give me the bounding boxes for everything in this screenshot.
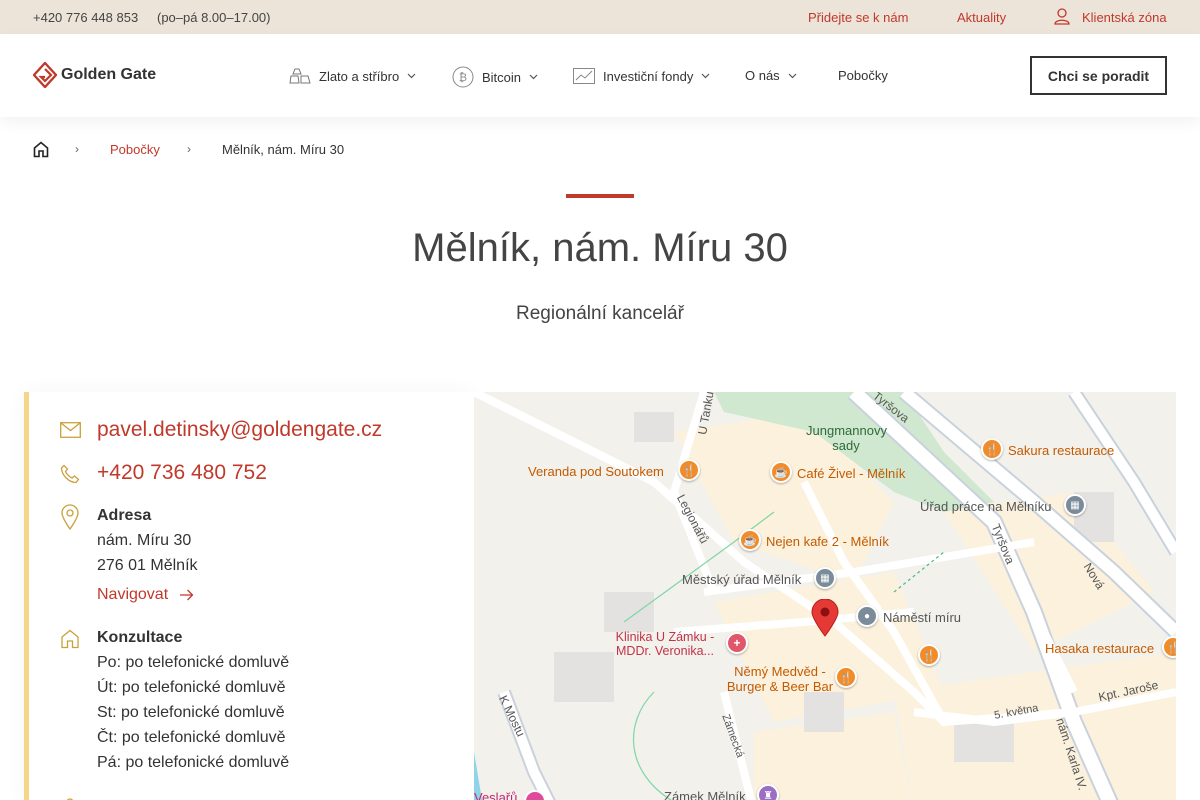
breadcrumb: › Pobočky › Mělník, nám. Míru 30 <box>33 140 433 160</box>
castle-icon[interactable]: ♜ <box>757 784 779 800</box>
consult-hours-wed: St: po telefonické domluvě <box>97 704 285 721</box>
topbar-hours: (po–pá 8.00–17.00) <box>157 10 271 25</box>
map-place-nemy-medved[interactable]: Němý Medvěd - Burger & Beer Bar <box>720 664 840 694</box>
map[interactable]: Veranda pod Soutokem 🍴 ☕ Café Živel - Mě… <box>474 392 1176 800</box>
chevron-down-icon <box>407 73 416 79</box>
news-link[interactable]: Aktuality <box>957 10 1006 25</box>
person-icon <box>58 790 82 800</box>
navigate-label: Navigovat <box>97 586 169 603</box>
map-place-urad-prace[interactable]: Úřad práce na Mělníku <box>920 499 1052 514</box>
location-pin-icon <box>58 504 82 530</box>
nav-branches[interactable]: Pobočky <box>838 68 888 83</box>
page-subtitle: Regionální kancelář <box>516 303 684 324</box>
home-icon[interactable] <box>33 141 49 161</box>
nav-investment-funds-label: Investiční fondy <box>603 68 694 84</box>
phone-link[interactable]: +420 736 480 752 <box>97 461 267 485</box>
chevron-down-icon <box>701 73 710 79</box>
nav-bitcoin[interactable]: ₿ Bitcoin <box>452 66 538 88</box>
nav-branches-label: Pobočky <box>838 68 888 83</box>
gold-bars-icon <box>289 68 311 84</box>
cafe-icon[interactable]: ☕ <box>739 529 761 551</box>
breadcrumb-separator: › <box>187 142 191 156</box>
breadcrumb-branches[interactable]: Pobočky <box>110 142 160 157</box>
address-line1: nám. Míru 30 <box>97 532 192 549</box>
phone-icon <box>58 462 82 486</box>
address-line2: 276 01 Mělník <box>97 557 198 574</box>
map-place-klinika[interactable]: Klinika U Zámku - MDDr. Veronika... <box>600 630 730 658</box>
consult-hours-mon: Po: po telefonické domluvě <box>97 654 290 671</box>
user-icon[interactable] <box>1054 8 1070 25</box>
consult-hours-tue: Út: po telefonické domluvě <box>97 679 286 696</box>
map-place-zamek[interactable]: Zámek Mělník <box>664 789 746 800</box>
map-place-veranda[interactable]: Veranda pod Soutokem <box>528 464 664 479</box>
nav-investment-funds[interactable]: Investiční fondy <box>573 68 710 84</box>
nav-bitcoin-label: Bitcoin <box>482 69 522 85</box>
consult-hours-thu: Čt: po telefonické domluvě <box>97 729 286 746</box>
map-place-veslaru[interactable]: Veslařů <box>474 790 517 800</box>
house-icon <box>58 627 82 651</box>
restaurant-icon[interactable]: 🍴 <box>981 438 1003 460</box>
map-place-jungmannovy-sady[interactable]: Jungmannovy sady <box>806 423 887 453</box>
nav-about[interactable]: O nás <box>745 68 797 83</box>
svg-text:₿: ₿ <box>459 71 467 84</box>
arrow-right-icon <box>180 589 194 601</box>
restaurant-icon[interactable]: 🍴 <box>678 459 700 481</box>
page-title: Mělník, nám. Míru 30 <box>412 226 788 270</box>
chart-icon <box>573 68 595 84</box>
envelope-icon <box>58 418 82 442</box>
logo-icon <box>33 62 57 88</box>
nav-gold-silver[interactable]: Zlato a stříbro <box>289 68 416 84</box>
address-label: Adresa <box>97 507 152 524</box>
consult-hours-fri: Pá: po telefonické domluvě <box>97 754 290 771</box>
cafe-icon[interactable]: ☕ <box>770 461 792 483</box>
breadcrumb-current: Mělník, nám. Míru 30 <box>222 142 345 157</box>
consult-label: Konzultace <box>97 629 183 646</box>
topbar-phone[interactable]: +420 776 448 853 <box>33 10 138 25</box>
chevron-down-icon <box>529 74 538 80</box>
map-place-cafe-zivel[interactable]: Café Živel - Mělník <box>797 466 905 481</box>
map-place-hasaka[interactable]: Hasaka restaurace <box>1045 641 1154 656</box>
location-marker-icon[interactable] <box>811 599 839 637</box>
join-us-link[interactable]: Přidejte se k nám <box>808 10 908 25</box>
map-place-nejen-kafe[interactable]: Nejen kafe 2 - Mělník <box>766 534 889 549</box>
logo[interactable]: Golden Gate <box>33 62 156 88</box>
government-icon[interactable]: ▦ <box>1064 494 1086 516</box>
main-header: Golden Gate Zlato a stříbro ₿ Bitcoin In… <box>0 34 1200 117</box>
government-icon[interactable]: ▦ <box>814 567 836 589</box>
map-place-sakura[interactable]: Sakura restaurace <box>1008 443 1114 458</box>
map-place-namesti-miru[interactable]: Náměstí míru <box>883 610 961 625</box>
restaurant-icon[interactable]: 🍴 <box>835 666 857 688</box>
email-link[interactable]: pavel.detinsky@goldengate.cz <box>97 418 382 442</box>
navigate-link[interactable]: Navigovat <box>97 586 194 604</box>
breadcrumb-separator: › <box>75 142 79 156</box>
map-place-mestsky-urad[interactable]: Městský úřad Mělník <box>682 572 801 587</box>
branch-info-panel: pavel.detinsky@goldengate.cz +420 736 48… <box>24 392 474 800</box>
bitcoin-icon: ₿ <box>452 66 474 88</box>
client-zone-link[interactable]: Klientská zóna <box>1082 10 1167 25</box>
top-bar: +420 776 448 853 (po–pá 8.00–17.00) Přid… <box>0 0 1200 34</box>
consult-button[interactable]: Chci se poradit <box>1030 56 1167 95</box>
chevron-down-icon <box>788 73 797 79</box>
restaurant-icon[interactable]: 🍴 <box>918 644 940 666</box>
nav-about-label: O nás <box>745 68 780 83</box>
nav-gold-silver-label: Zlato a stříbro <box>319 68 400 84</box>
medical-icon[interactable]: + <box>726 632 748 654</box>
landmark-icon[interactable]: ● <box>856 605 878 627</box>
logo-text: Golden Gate <box>61 66 157 83</box>
title-accent-line <box>566 194 634 198</box>
